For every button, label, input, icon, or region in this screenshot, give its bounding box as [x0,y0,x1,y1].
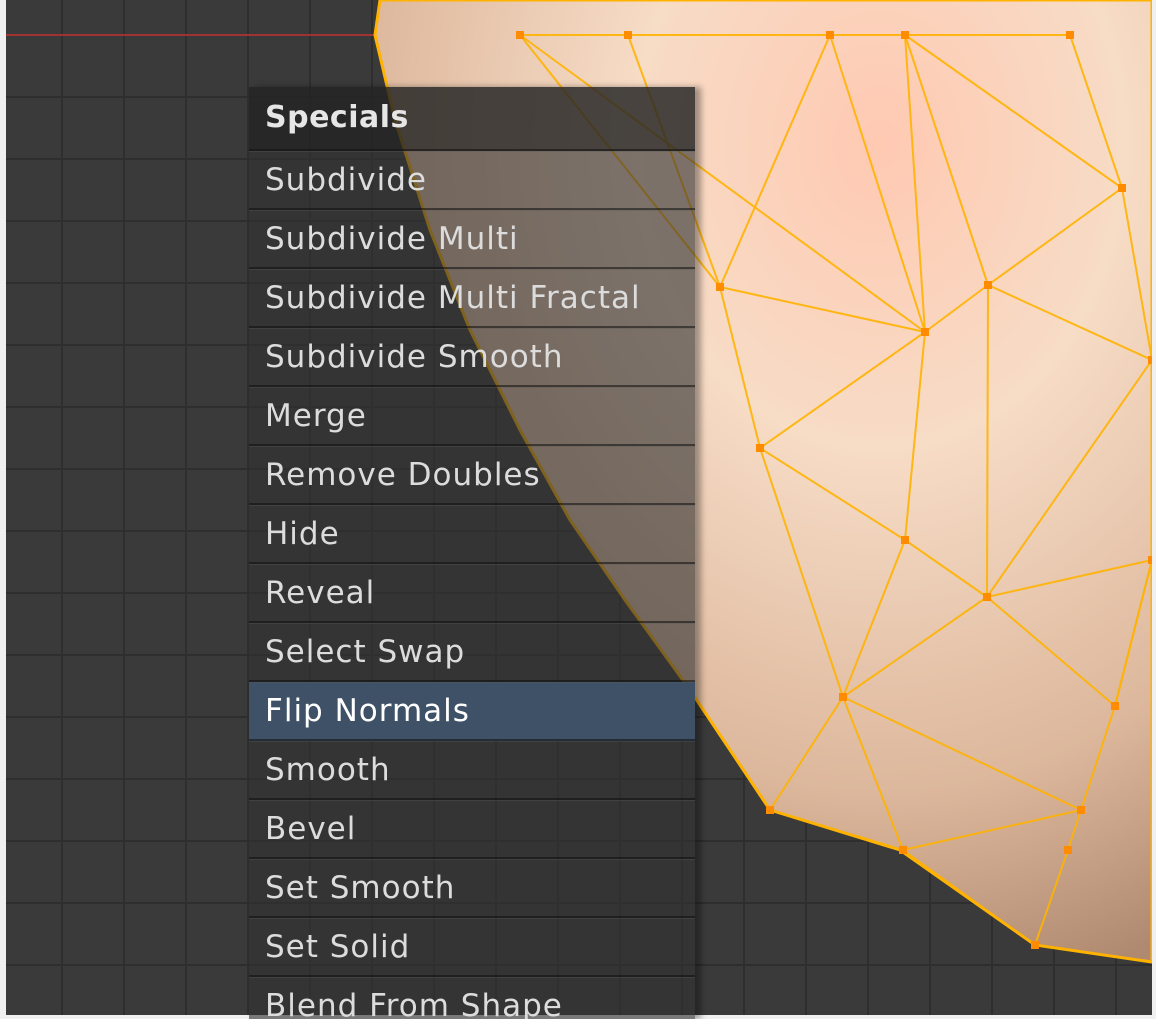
mesh-vertex [1077,806,1085,814]
menu-item-merge[interactable]: Merge [249,387,695,446]
mesh-vertex [716,283,724,291]
menu-item-subdivide-multi[interactable]: Subdivide Multi [249,210,695,269]
viewport-frame-right [1152,0,1156,1019]
menu-item-flip-normals[interactable]: Flip Normals [249,682,695,741]
mesh-vertex [1066,31,1074,39]
mesh-vertex [756,444,764,452]
menu-item-smooth[interactable]: Smooth [249,741,695,800]
specials-menu: Specials Subdivide Subdivide Multi Subdi… [249,87,695,1019]
menu-item-blend-from-shape[interactable]: Blend From Shape [249,977,695,1019]
mesh-vertex [1064,846,1072,854]
mesh-vertex [516,31,524,39]
mesh-vertex [624,31,632,39]
menu-item-subdivide-smooth[interactable]: Subdivide Smooth [249,328,695,387]
mesh-vertex [901,536,909,544]
mesh-vertex [921,328,929,336]
menu-item-select-swap[interactable]: Select Swap [249,623,695,682]
mesh-vertex [899,846,907,854]
mesh-vertex [1118,184,1126,192]
mesh-vertex [983,593,991,601]
mesh-vertex [984,281,992,289]
mesh-vertex [1111,702,1119,710]
menu-item-set-smooth[interactable]: Set Smooth [249,859,695,918]
menu-item-set-solid[interactable]: Set Solid [249,918,695,977]
menu-item-bevel[interactable]: Bevel [249,800,695,859]
menu-title: Specials [249,87,695,151]
mesh-vertex [1031,941,1039,949]
mesh-vertex [839,693,847,701]
menu-item-subdivide-multi-fractal[interactable]: Subdivide Multi Fractal [249,269,695,328]
menu-item-remove-doubles[interactable]: Remove Doubles [249,446,695,505]
menu-item-subdivide[interactable]: Subdivide [249,151,695,210]
mesh-vertex [766,806,774,814]
mesh-edge [986,284,989,598]
mesh-vertex [826,31,834,39]
viewport-frame-left [0,0,6,1019]
menu-item-reveal[interactable]: Reveal [249,564,695,623]
menu-item-hide[interactable]: Hide [249,505,695,564]
mesh-vertex [901,31,909,39]
